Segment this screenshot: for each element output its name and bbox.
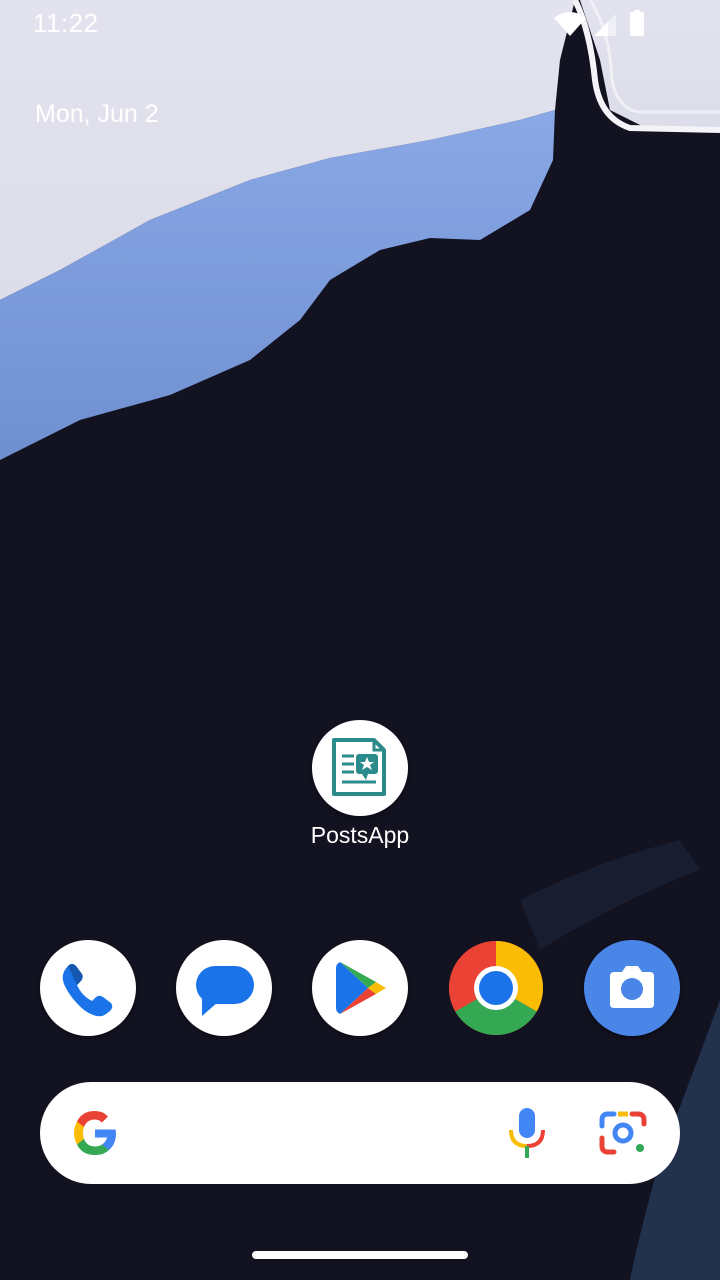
status-time: 11:22 xyxy=(33,8,99,38)
phone-icon xyxy=(62,964,113,1017)
date-widget[interactable]: Mon, Jun 2 xyxy=(35,100,159,129)
camera-app-icon[interactable] xyxy=(584,940,680,1036)
cell-signal-icon xyxy=(594,14,616,36)
camera-icon xyxy=(610,966,654,1008)
chrome-icon xyxy=(449,941,543,1035)
home-screen: 11:22 Mon, Jun 2 PostsApp xyxy=(0,0,720,1280)
play-store-app-icon[interactable] xyxy=(312,940,408,1036)
messages-icon xyxy=(196,966,254,1016)
status-icons xyxy=(554,10,644,36)
play-store-icon xyxy=(336,962,386,1014)
posts-app-icon[interactable] xyxy=(312,720,408,816)
search-bar[interactable] xyxy=(40,1082,680,1184)
microphone-icon[interactable] xyxy=(506,1106,548,1160)
gesture-nav-handle[interactable] xyxy=(252,1251,468,1259)
wifi-icon xyxy=(554,12,586,36)
google-g-icon xyxy=(74,1111,116,1155)
posts-app-glyph xyxy=(332,738,386,796)
phone-app-icon[interactable] xyxy=(40,940,136,1036)
chrome-app-icon[interactable] xyxy=(448,940,544,1036)
google-lens-icon[interactable] xyxy=(598,1108,650,1158)
battery-icon xyxy=(630,10,644,36)
messages-app-icon[interactable] xyxy=(176,940,272,1036)
status-bar: 11:22 xyxy=(0,0,720,48)
posts-app-label: PostsApp xyxy=(310,822,410,848)
